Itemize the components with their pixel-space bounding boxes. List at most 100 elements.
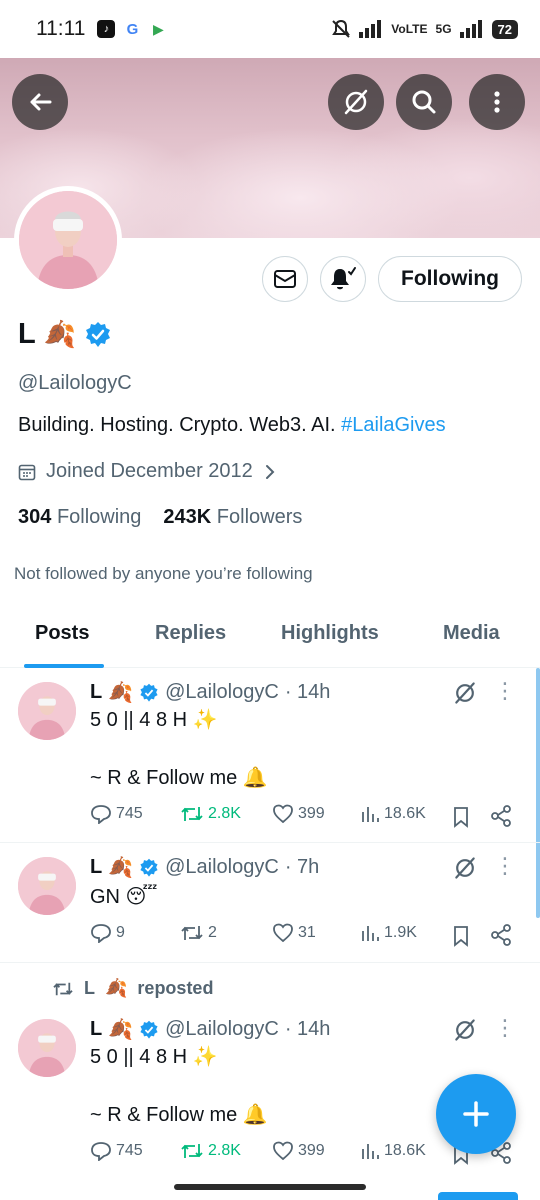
repost-button[interactable]: 2 (180, 923, 217, 943)
like-count: 399 (298, 1142, 325, 1159)
verified-badge-icon (140, 683, 158, 702)
views-icon (362, 807, 379, 822)
views-button[interactable]: 18.6K (360, 1141, 426, 1161)
post-more-icon[interactable]: ⋮ (494, 678, 516, 704)
reply-count: 9 (116, 924, 125, 941)
back-button[interactable] (12, 74, 68, 130)
repost-count: 2.8K (208, 1142, 241, 1159)
repost-icon (181, 1144, 203, 1158)
reply-button[interactable]: 745 (90, 1141, 143, 1161)
view-count: 1.9K (384, 924, 417, 941)
heart-icon (273, 1141, 293, 1161)
tiktok-icon: ♪ (97, 20, 116, 38)
post-handle[interactable]: @LailologyC (165, 856, 279, 879)
post-more-icon[interactable]: ⋮ (494, 853, 516, 879)
post-actions: 9 2 31 1.9K (90, 923, 520, 949)
post-item[interactable]: L 🍂 @LailologyC · 7h ⋮ GN 😴 9 2 31 1.9K (0, 843, 540, 961)
grok-icon[interactable] (452, 855, 478, 881)
like-count: 399 (298, 805, 325, 822)
post-text: 5 0 || 4 8 H ✨ ~ R & Follow me 🔔 (90, 709, 268, 789)
view-count: 18.6K (384, 805, 426, 822)
status-time: 11:11 (36, 17, 86, 40)
repost-count: 2.8K (208, 805, 241, 822)
grok-button[interactable] (328, 74, 384, 130)
like-button[interactable]: 399 (272, 804, 325, 824)
post-author-name[interactable]: L (90, 1018, 102, 1041)
message-button[interactable] (262, 256, 308, 302)
compose-post-button[interactable] (436, 1074, 516, 1154)
google-icon: G (126, 20, 139, 38)
following-button[interactable]: Following (378, 256, 522, 302)
views-button[interactable]: 18.6K (360, 804, 426, 824)
volte-icon: VoLTE (391, 22, 428, 36)
bio-hashtag[interactable]: #LailaGives (341, 414, 446, 436)
bookmark-icon[interactable] (452, 925, 470, 947)
post-author-name[interactable]: L (90, 856, 102, 879)
post-handle[interactable]: @LailologyC (165, 1018, 279, 1041)
view-count: 18.6K (384, 1142, 426, 1159)
share-icon[interactable] (490, 805, 512, 827)
verified-badge-icon (140, 858, 158, 877)
notifications-button[interactable] (320, 256, 366, 302)
signal-icon-2 (459, 20, 482, 38)
joined-date-row[interactable]: Joined December 2012 (18, 460, 277, 483)
tab-posts[interactable]: Posts (35, 622, 89, 645)
tab-replies[interactable]: Replies (155, 622, 226, 645)
like-button[interactable]: 399 (272, 1141, 325, 1161)
like-count: 31 (298, 924, 316, 941)
grok-icon[interactable] (452, 1017, 478, 1043)
repost-icon (53, 982, 73, 995)
repost-button[interactable]: 2.8K (180, 804, 241, 824)
post-author-emoji: 🍂 (108, 682, 134, 704)
reply-count: 745 (116, 805, 143, 822)
status-notification-icons: ♪ G ▶ (97, 20, 167, 38)
leaf-emoji: 🍂 (43, 319, 77, 349)
post-time: · 7h (284, 856, 320, 878)
post-text: GN 😴 (90, 886, 158, 908)
repost-button[interactable]: 2.8K (180, 1141, 241, 1161)
mail-icon (274, 270, 296, 288)
following-stat[interactable]: 304 Following (18, 506, 141, 529)
tab-highlights[interactable]: Highlights (281, 622, 379, 645)
reply-button[interactable]: 9 (90, 923, 125, 943)
post-avatar[interactable] (18, 682, 76, 740)
search-button[interactable] (396, 74, 452, 130)
play-store-icon: ▶ (153, 20, 164, 37)
repost-author[interactable]: L (84, 978, 95, 999)
reply-icon (91, 1142, 111, 1161)
verified-badge-icon (140, 1020, 158, 1039)
avatar-illustration (19, 191, 117, 289)
views-button[interactable]: 1.9K (360, 923, 417, 943)
signal-icon (359, 20, 382, 38)
followers-count: 243K (163, 506, 212, 528)
bookmark-icon[interactable] (452, 806, 470, 828)
gesture-home-bar[interactable] (174, 1184, 366, 1190)
tab-media[interactable]: Media (443, 622, 500, 645)
profile-avatar[interactable] (14, 186, 122, 294)
network-type: 5G (435, 22, 452, 36)
repost-icon (181, 807, 203, 821)
post-more-icon[interactable]: ⋮ (494, 1015, 516, 1041)
following-count: 304 (18, 506, 52, 528)
following-label: Following (56, 506, 142, 528)
profile-tabs: Posts Replies Highlights Media (0, 606, 540, 668)
like-button[interactable]: 31 (272, 923, 316, 943)
post-avatar[interactable] (18, 1019, 76, 1077)
post-avatar-illustration (18, 682, 76, 740)
post-avatar[interactable] (18, 857, 76, 915)
not-followed-text: Not followed by anyone you’re following (14, 564, 313, 583)
verified-badge-icon (86, 321, 111, 347)
joined-date: Joined December 2012 (46, 460, 253, 482)
share-icon[interactable] (490, 924, 512, 946)
reply-button[interactable]: 745 (90, 804, 143, 824)
more-options-button[interactable] (469, 74, 525, 130)
heart-icon (273, 923, 293, 943)
post-item[interactable]: L 🍂 @LailologyC · 14h ⋮ 5 0 || 4 8 H ✨ ~… (0, 668, 540, 842)
bell-check-icon (331, 267, 356, 290)
post-header: L 🍂 @LailologyC · 14h (90, 1017, 330, 1042)
post-author-name[interactable]: L (90, 681, 102, 704)
grok-icon[interactable] (452, 680, 478, 706)
followers-stat[interactable]: 243K Followers (163, 506, 302, 529)
repost-context: L 🍂 reposted (52, 978, 213, 999)
post-handle[interactable]: @LailologyC (165, 681, 279, 704)
